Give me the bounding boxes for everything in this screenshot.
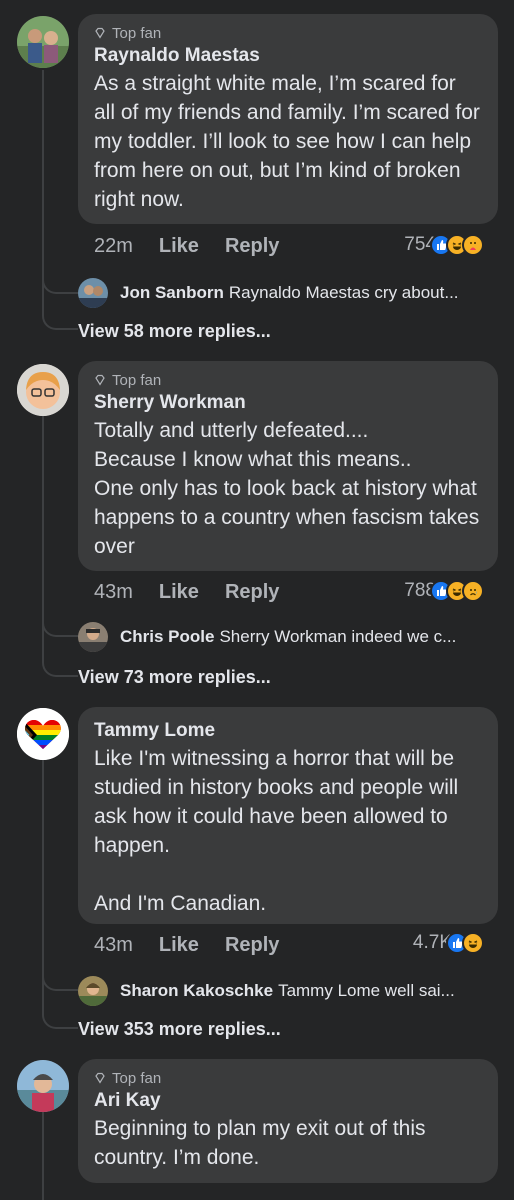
like-button[interactable]: Like [159,581,199,604]
reply-button[interactable]: Reply [225,581,279,604]
comment-bubble: Tammy Lome Like I'm witnessing a horror … [78,707,498,924]
comment-bubble: Top fan Ari Kay Beginning to plan my exi… [78,1059,498,1183]
comment-text: Totally and utterly defeated.... Because… [94,419,480,558]
comment-text: As a straight white male, I’m scared for… [94,72,486,211]
thread-curve [42,300,78,330]
reply-button[interactable]: Reply [225,235,279,258]
thread-curve [42,995,78,1029]
reactions[interactable]: 788 [404,577,484,605]
thread-line [42,1112,44,1200]
comment-text: Beginning to plan my exit out of this co… [94,1117,432,1169]
sad-reaction-icon [462,580,484,602]
top-fan-badge: Top fan [94,1069,482,1087]
reply-author[interactable]: Chris Poole [120,627,214,647]
reactions[interactable]: 754 [404,231,484,259]
diamond-icon [95,374,105,386]
reply-preview[interactable]: Chris Poole Sherry Workman indeed we c..… [78,622,456,652]
avatar[interactable] [17,708,69,760]
thread-curve [42,645,78,677]
reactions[interactable]: 4.7K [413,929,484,957]
comment-bubble: Top fan Raynaldo Maestas As a straight w… [78,14,498,224]
comment-actions: 22m Like Reply [94,232,305,260]
reply-snippet: Tammy Lome well sai... [278,981,455,1000]
reply-snippet: Sherry Workman indeed we c... [219,627,457,646]
like-button[interactable]: Like [159,934,199,957]
thread-curve [42,965,78,991]
reply-preview[interactable]: Jon Sanborn Raynaldo Maestas cry about..… [78,278,459,308]
comment-author[interactable]: Ari Kay [94,1089,482,1113]
comment-actions: 43m Like Reply [94,931,305,959]
avatar[interactable] [78,622,108,652]
view-more-replies-link[interactable]: View 58 more replies... [78,319,271,343]
comment-author[interactable]: Tammy Lome [94,719,482,743]
diamond-icon [95,27,105,39]
comment-time[interactable]: 43m [94,934,133,957]
view-more-replies-link[interactable]: View 73 more replies... [78,665,271,689]
thread-curve [42,270,78,294]
badge-label: Top fan [112,1069,162,1087]
avatar[interactable] [78,976,108,1006]
comment-author[interactable]: Sherry Workman [94,391,482,415]
comment-time[interactable]: 22m [94,235,133,258]
avatar[interactable] [17,1060,69,1112]
comment-actions: 43m Like Reply [94,578,305,606]
care-reaction-icon [462,234,484,256]
diamond-icon [95,1072,105,1084]
avatar[interactable] [17,364,69,416]
top-fan-badge: Top fan [94,371,482,389]
reply-author[interactable]: Sharon Kakoschke [120,981,273,1001]
haha-reaction-icon [462,932,484,954]
badge-label: Top fan [112,24,162,42]
reply-snippet: Raynaldo Maestas cry about... [228,283,459,302]
comment-bubble: Top fan Sherry Workman Totally and utter… [78,361,498,571]
badge-label: Top fan [112,371,162,389]
thread-curve [42,615,78,637]
top-fan-badge: Top fan [94,24,482,42]
reply-author[interactable]: Jon Sanborn [120,283,224,303]
comment-text: Like I'm witnessing a horror that will b… [94,747,459,915]
comment-author[interactable]: Raynaldo Maestas [94,44,482,68]
reply-preview[interactable]: Sharon Kakoschke Tammy Lome well sai... [78,976,455,1006]
like-button[interactable]: Like [159,235,199,258]
view-more-replies-link[interactable]: View 353 more replies... [78,1017,281,1041]
avatar[interactable] [17,16,69,68]
comment-time[interactable]: 43m [94,581,133,604]
avatar[interactable] [78,278,108,308]
reply-button[interactable]: Reply [225,934,279,957]
